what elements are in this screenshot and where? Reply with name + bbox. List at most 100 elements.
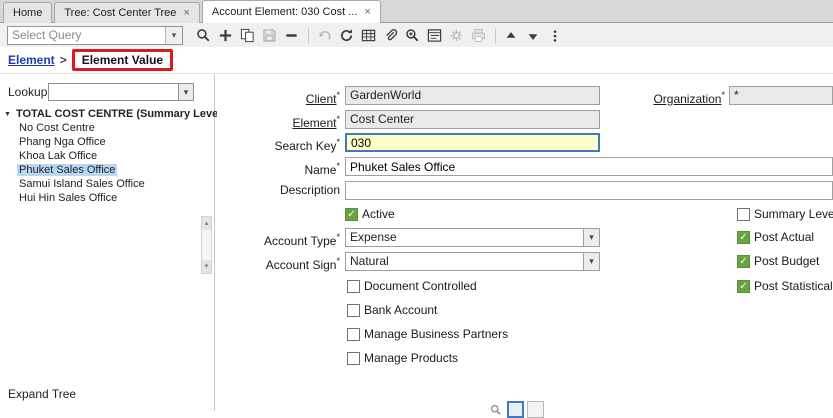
attachment-button[interactable] xyxy=(380,26,400,46)
tree-item[interactable]: No Cost Centre xyxy=(0,121,200,135)
close-icon[interactable]: × xyxy=(364,6,370,18)
detail-record-button[interactable] xyxy=(523,26,543,46)
magnifier-icon xyxy=(490,404,502,416)
tree-item[interactable]: Hui Hin Sales Office xyxy=(0,191,200,205)
collapse-icon[interactable]: ▼ xyxy=(4,111,11,118)
tree-panel: Lookup: ▾ ▼TOTAL COST CENTRE (Summary Le… xyxy=(0,74,215,411)
partial-toolbar-button-active[interactable] xyxy=(507,401,524,418)
chevron-down-icon[interactable]: ▾ xyxy=(179,83,194,101)
form-row-manage-business-partners: Manage Business Partners xyxy=(217,325,833,344)
element-field: Cost Center xyxy=(345,110,600,129)
active-label: Active xyxy=(362,205,395,224)
zoom-icon xyxy=(405,28,420,43)
toolbar-separator xyxy=(308,28,309,44)
grid-toggle-button[interactable] xyxy=(358,26,378,46)
post-budget-label: Post Budget xyxy=(754,252,819,271)
account-sign-label: Account Sign* xyxy=(217,252,340,275)
account-type-label: Account Type* xyxy=(217,228,340,251)
report-icon xyxy=(427,28,442,43)
tab-label: Tree: Cost Center Tree xyxy=(64,7,176,19)
element-label: Element* xyxy=(217,110,340,133)
tab-bar: Home Tree: Cost Center Tree × Account El… xyxy=(0,0,833,23)
account-type-value: Expense xyxy=(346,229,583,246)
search-icon xyxy=(196,28,211,43)
account-sign-value: Natural xyxy=(346,253,583,270)
tree-item[interactable]: ▼TOTAL COST CENTRE (Summary Level) xyxy=(0,107,200,121)
refresh-icon xyxy=(339,28,354,43)
lookup-label: Lookup: xyxy=(8,85,48,99)
tree-item[interactable]: Samui Island Sales Office xyxy=(0,177,200,191)
tree-item[interactable]: Phang Nga Office xyxy=(0,135,200,149)
detail-toolbar-clipped xyxy=(487,401,544,418)
description-label: Description xyxy=(217,181,340,200)
lookup-input[interactable] xyxy=(48,83,179,101)
chevron-down-icon[interactable]: ▾ xyxy=(165,27,182,44)
post-budget-checkbox[interactable] xyxy=(737,255,750,268)
chevron-down-icon[interactable]: ▾ xyxy=(583,229,599,246)
copy-record-button[interactable] xyxy=(237,26,257,46)
chevron-down-icon[interactable]: ▾ xyxy=(583,253,599,270)
search-key-input[interactable] xyxy=(345,133,600,152)
form-row-search-key: Search Key* xyxy=(217,133,833,152)
summary-level-label: Summary Level xyxy=(754,205,833,224)
gear-icon xyxy=(449,28,464,43)
organization-field: * xyxy=(729,86,833,105)
delete-record-button[interactable] xyxy=(281,26,301,46)
arrow-up-icon xyxy=(504,29,518,43)
manage-business-partners-label: Manage Business Partners xyxy=(364,325,508,344)
report-button[interactable] xyxy=(424,26,444,46)
annotation-box: Element Value xyxy=(72,49,173,71)
kebab-icon xyxy=(548,29,562,43)
save-button xyxy=(259,26,279,46)
tree-item[interactable]: Khoa Lak Office xyxy=(0,149,200,163)
post-actual-label: Post Actual xyxy=(754,228,814,247)
document-controlled-checkbox[interactable] xyxy=(347,280,360,293)
account-sign-select[interactable]: Natural ▾ xyxy=(345,252,600,271)
active-checkbox[interactable] xyxy=(345,208,358,221)
find-button[interactable] xyxy=(193,26,213,46)
new-record-button[interactable] xyxy=(215,26,235,46)
manage-business-partners-checkbox[interactable] xyxy=(347,328,360,341)
bank-account-checkbox[interactable] xyxy=(347,304,360,317)
breadcrumb: Element > Element Value xyxy=(0,47,833,74)
name-input[interactable] xyxy=(345,157,833,176)
client-field: GardenWorld xyxy=(345,86,600,105)
close-icon[interactable]: × xyxy=(183,7,189,19)
form-row-client: Client* GardenWorld Organization* * xyxy=(217,86,833,105)
post-statistical-checkbox[interactable] xyxy=(737,280,750,293)
form-row-description: Description xyxy=(217,181,833,200)
tab-tree-cost-center[interactable]: Tree: Cost Center Tree × xyxy=(54,2,200,23)
paperclip-icon xyxy=(383,28,398,43)
partial-toolbar-button[interactable] xyxy=(487,401,504,418)
tab-home[interactable]: Home xyxy=(3,2,52,23)
summary-level-checkbox[interactable] xyxy=(737,208,750,221)
expand-tree-button[interactable]: Expand Tree xyxy=(8,387,76,401)
name-label: Name* xyxy=(217,157,340,180)
form-row-bank-account: Bank Account xyxy=(217,301,833,320)
tree-item-selected[interactable]: Phuket Sales Office xyxy=(0,163,200,177)
more-actions-button[interactable] xyxy=(545,26,565,46)
tab-label: Home xyxy=(13,7,42,19)
description-input[interactable] xyxy=(345,181,833,200)
manage-products-checkbox[interactable] xyxy=(347,352,360,365)
parent-record-button[interactable] xyxy=(501,26,521,46)
plus-icon xyxy=(218,28,233,43)
scroll-down-icon[interactable]: ▾ xyxy=(202,260,211,273)
refresh-button[interactable] xyxy=(336,26,356,46)
account-type-select[interactable]: Expense ▾ xyxy=(345,228,600,247)
form-row-active: Active Summary Level xyxy=(217,205,833,224)
tree-scrollbar[interactable]: ▴ ▾ xyxy=(201,216,212,274)
zoom-across-button[interactable] xyxy=(402,26,422,46)
form-row-element: Element* Cost Center xyxy=(217,110,833,129)
post-actual-checkbox[interactable] xyxy=(737,231,750,244)
partial-toolbar-button[interactable] xyxy=(527,401,544,418)
breadcrumb-element-link[interactable]: Element xyxy=(8,53,55,67)
printer-icon xyxy=(471,28,486,43)
form-row-manage-products: Manage Products xyxy=(217,349,833,368)
scroll-up-icon[interactable]: ▴ xyxy=(202,217,211,230)
scrollbar-track[interactable] xyxy=(202,230,211,260)
tab-account-element[interactable]: Account Element: 030 Cost ... × xyxy=(202,0,381,23)
save-icon xyxy=(262,28,277,43)
select-query-placeholder: Select Query xyxy=(8,27,165,44)
select-query-combo[interactable]: Select Query ▾ xyxy=(7,26,183,45)
